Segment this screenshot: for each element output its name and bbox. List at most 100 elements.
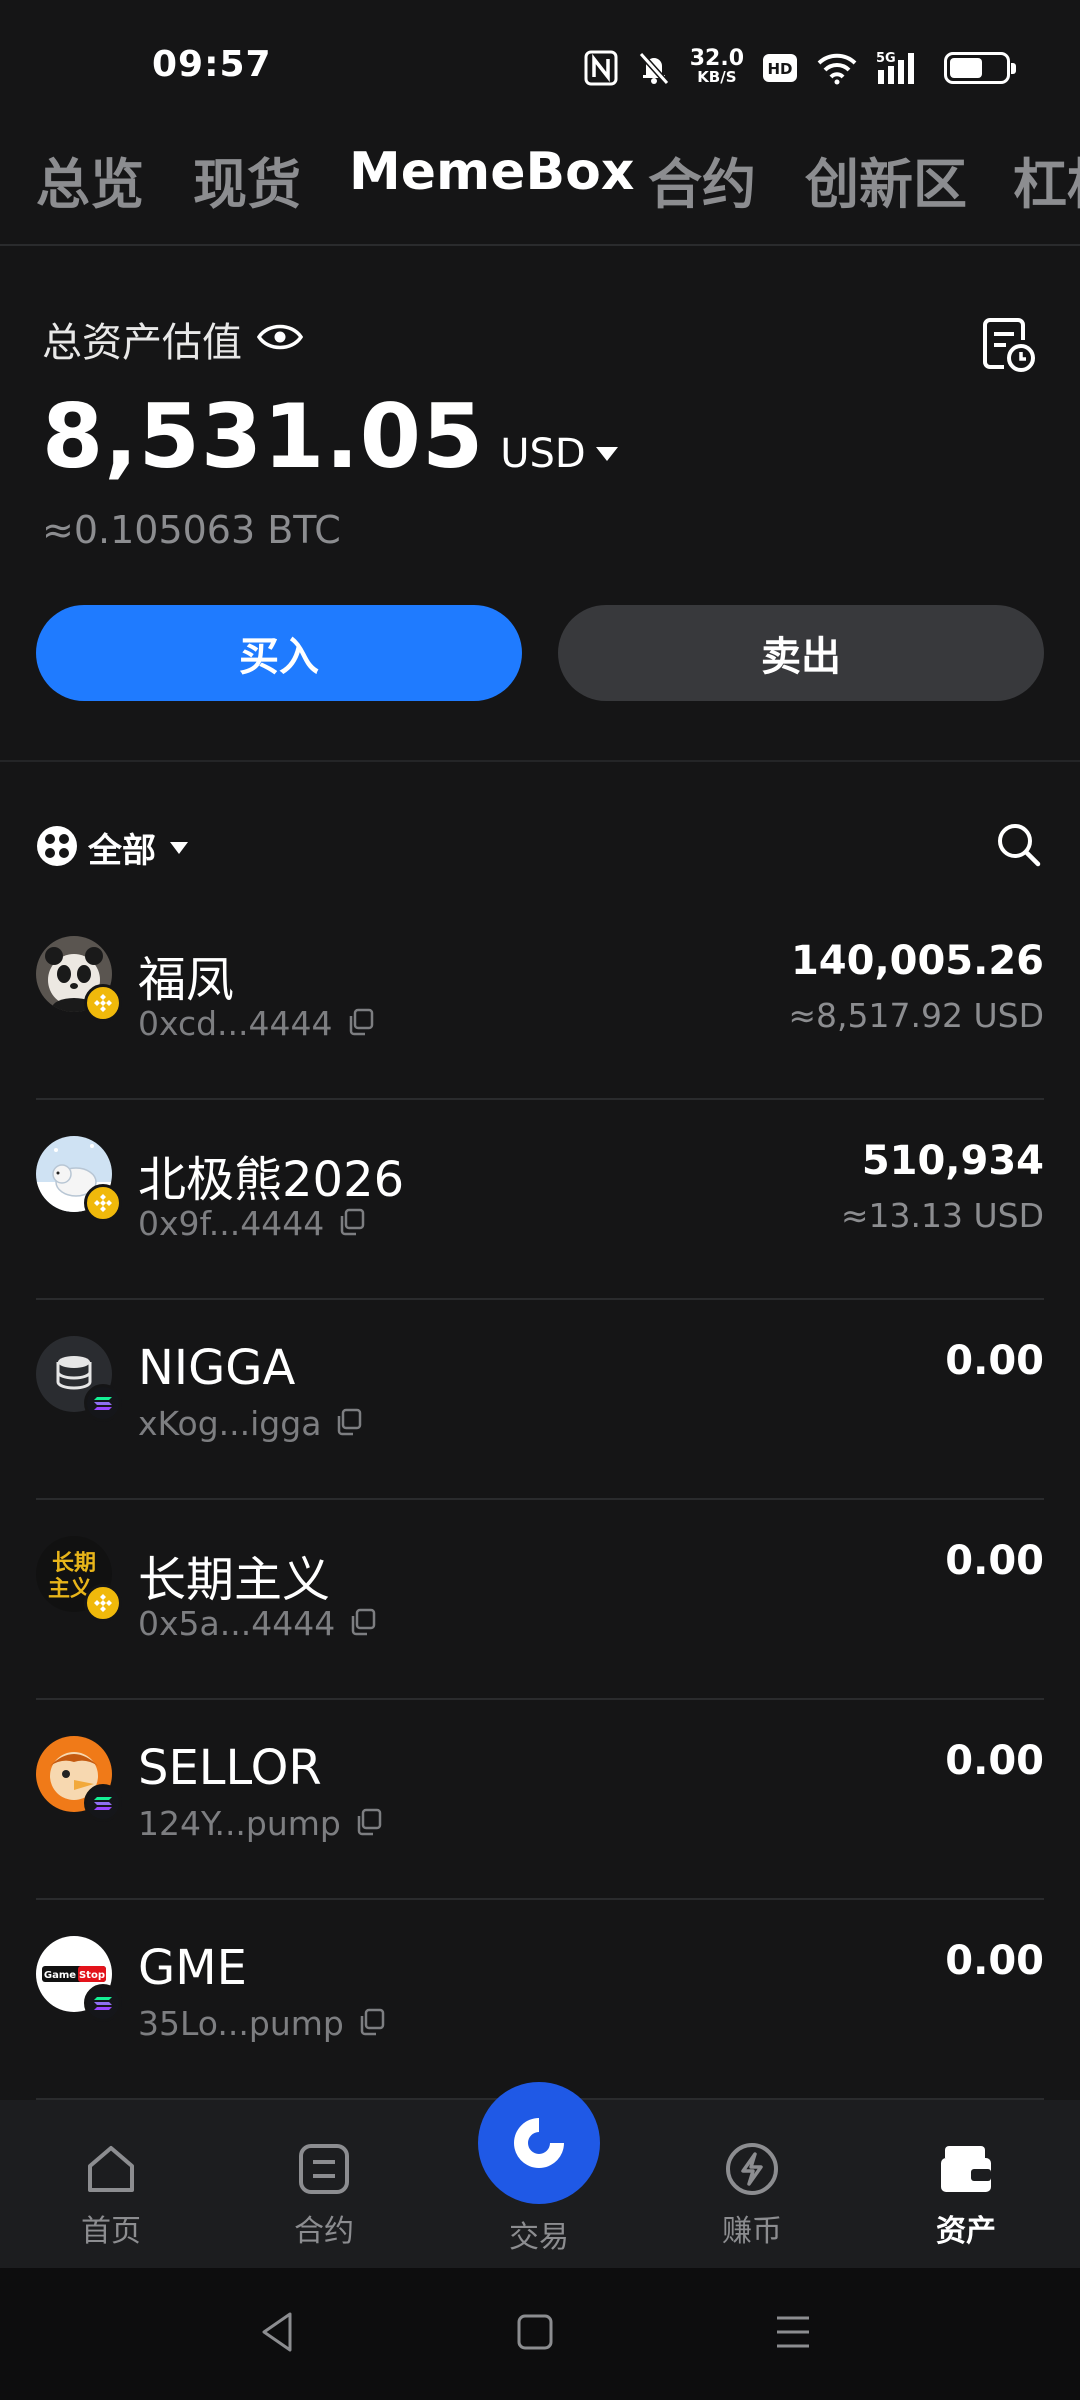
svg-text:Game: Game xyxy=(44,1970,76,1981)
solana-chain-icon xyxy=(84,1984,122,2022)
system-nav-bar xyxy=(0,2268,1080,2400)
token-row[interactable]: Game Stop GME 35Lo...pump 0.00 xyxy=(36,1900,1044,2100)
back-icon[interactable] xyxy=(258,2310,296,2358)
token-name: 福凤 xyxy=(138,952,235,1008)
token-address-row: 124Y...pump xyxy=(138,1804,383,1843)
token-name: GME xyxy=(138,1940,247,1996)
btc-value: ≈0.105063 BTC xyxy=(42,508,341,552)
mute-bell-icon xyxy=(636,48,672,88)
token-list: 福凤 0xcd...4444 140,005.26 ≈8,517.92 USD … xyxy=(36,900,1044,2100)
trade-fab-button[interactable] xyxy=(478,2082,600,2204)
tab-innovation[interactable]: 创新区 xyxy=(805,140,967,219)
tab-memebox[interactable]: MemeBox xyxy=(349,142,634,202)
net-speed-unit: KB/S xyxy=(697,68,737,86)
nav-earn[interactable]: 赚币 xyxy=(677,2100,827,2268)
token-address-row: 0xcd...4444 xyxy=(138,1004,375,1043)
eye-icon[interactable] xyxy=(256,320,304,358)
token-row[interactable]: 福凤 0xcd...4444 140,005.26 ≈8,517.92 USD xyxy=(36,900,1044,1100)
token-address: 0x5a...4444 xyxy=(138,1604,336,1643)
caret-down-icon xyxy=(595,447,618,461)
token-row[interactable]: NIGGA xKog...igga 0.00 xyxy=(36,1300,1044,1500)
nav-assets[interactable]: 资产 xyxy=(891,2100,1041,2268)
filter-label: 全部 xyxy=(88,831,156,871)
futures-icon xyxy=(299,2144,349,2194)
token-row[interactable]: 北极熊2026 0x9f...4444 510,934 ≈13.13 USD xyxy=(36,1100,1044,1300)
signal-icon: 5G xyxy=(876,48,926,88)
top-tabs: 总览 现货 MemeBox 合约 创新区 杠杆 xyxy=(0,130,1080,246)
token-amount: 0.00 xyxy=(945,1538,1044,1584)
token-amount: 0.00 xyxy=(945,1938,1044,1984)
tab-overview[interactable]: 总览 xyxy=(36,140,144,219)
status-time: 09:57 xyxy=(152,44,272,85)
home-square-icon[interactable] xyxy=(516,2310,554,2358)
token-address-row: 35Lo...pump xyxy=(138,2004,386,2043)
status-bar: 09:57 32.0 KB/S HD 5G xyxy=(0,0,1080,130)
history-record-icon[interactable] xyxy=(978,314,1038,374)
total-value: 8,531.05 xyxy=(42,385,485,488)
token-name: 北极熊2026 xyxy=(138,1152,405,1208)
token-address-row: 0x9f...4444 xyxy=(138,1204,366,1243)
section-divider xyxy=(0,760,1080,762)
filter-dropdown[interactable]: 全部 xyxy=(36,823,188,872)
svg-text:5G: 5G xyxy=(876,51,896,66)
search-icon[interactable] xyxy=(994,820,1042,868)
nav-trade-label: 交易 xyxy=(509,2220,569,2255)
bnb-chain-icon xyxy=(84,984,122,1022)
token-name: SELLOR xyxy=(138,1740,322,1796)
svg-text:长期: 长期 xyxy=(52,1551,96,1576)
token-address: 35Lo...pump xyxy=(138,2004,344,2043)
total-value-row: 8,531.05 USD xyxy=(42,385,618,488)
wallet-icon xyxy=(941,2146,991,2192)
home-icon xyxy=(88,2146,134,2192)
bnb-chain-icon xyxy=(84,1584,122,1622)
wifi-icon xyxy=(816,48,858,88)
assets-title: 总资产估值 xyxy=(42,320,242,366)
earn-icon xyxy=(726,2143,778,2195)
nav-futures-label: 合约 xyxy=(294,2214,354,2249)
tab-spot[interactable]: 现货 xyxy=(193,140,301,219)
caret-down-icon xyxy=(170,841,188,854)
trade-icon xyxy=(514,2118,564,2168)
currency-selector[interactable]: USD xyxy=(500,431,618,477)
nav-earn-label: 赚币 xyxy=(722,2214,782,2249)
token-amount: 510,934 xyxy=(861,1138,1044,1184)
sell-button[interactable]: 卖出 xyxy=(558,605,1044,701)
hd-icon: HD xyxy=(762,48,798,88)
token-address: 124Y...pump xyxy=(138,1804,341,1843)
token-address: xKog...igga xyxy=(138,1404,322,1443)
menu-lines-icon[interactable] xyxy=(774,2310,812,2358)
solana-chain-icon xyxy=(84,1784,122,1822)
nav-futures[interactable]: 合约 xyxy=(249,2100,399,2268)
copy-icon[interactable] xyxy=(338,1208,366,1240)
copy-icon[interactable] xyxy=(349,1608,377,1640)
token-name: NIGGA xyxy=(138,1340,296,1396)
token-row[interactable]: SELLOR 124Y...pump 0.00 xyxy=(36,1700,1044,1900)
token-amount: 140,005.26 xyxy=(790,938,1044,984)
token-row[interactable]: 长期 主义 长期主义 0x5a...4444 0.00 xyxy=(36,1500,1044,1700)
assets-title-row: 总资产估值 xyxy=(42,310,304,368)
tab-futures[interactable]: 合约 xyxy=(648,140,756,219)
svg-text:HD: HD xyxy=(767,60,792,78)
svg-text:Stop: Stop xyxy=(79,1970,105,1981)
token-address: 0xcd...4444 xyxy=(138,1004,333,1043)
copy-icon[interactable] xyxy=(347,1008,375,1040)
nfc-icon xyxy=(584,48,618,88)
token-name: 长期主义 xyxy=(138,1552,331,1608)
copy-icon[interactable] xyxy=(358,2008,386,2040)
copy-icon[interactable] xyxy=(335,1408,363,1440)
token-address-row: xKog...igga xyxy=(138,1404,363,1443)
token-usd-value: ≈13.13 USD xyxy=(840,1196,1044,1235)
nav-home[interactable]: 首页 xyxy=(36,2100,186,2268)
nav-assets-label: 资产 xyxy=(936,2214,996,2249)
net-speed: 32.0 KB/S xyxy=(690,48,744,88)
tab-margin[interactable]: 杠杆 xyxy=(1013,140,1080,219)
battery-icon xyxy=(944,48,1016,88)
token-amount: 0.00 xyxy=(945,1338,1044,1384)
copy-icon[interactable] xyxy=(355,1808,383,1840)
nav-home-label: 首页 xyxy=(81,2214,141,2249)
buy-button[interactable]: 买入 xyxy=(36,605,522,701)
status-icons: 32.0 KB/S HD 5G xyxy=(584,44,1016,92)
token-address: 0x9f...4444 xyxy=(138,1204,325,1243)
bnb-chain-icon xyxy=(84,1184,122,1222)
net-speed-value: 32.0 xyxy=(689,46,744,71)
